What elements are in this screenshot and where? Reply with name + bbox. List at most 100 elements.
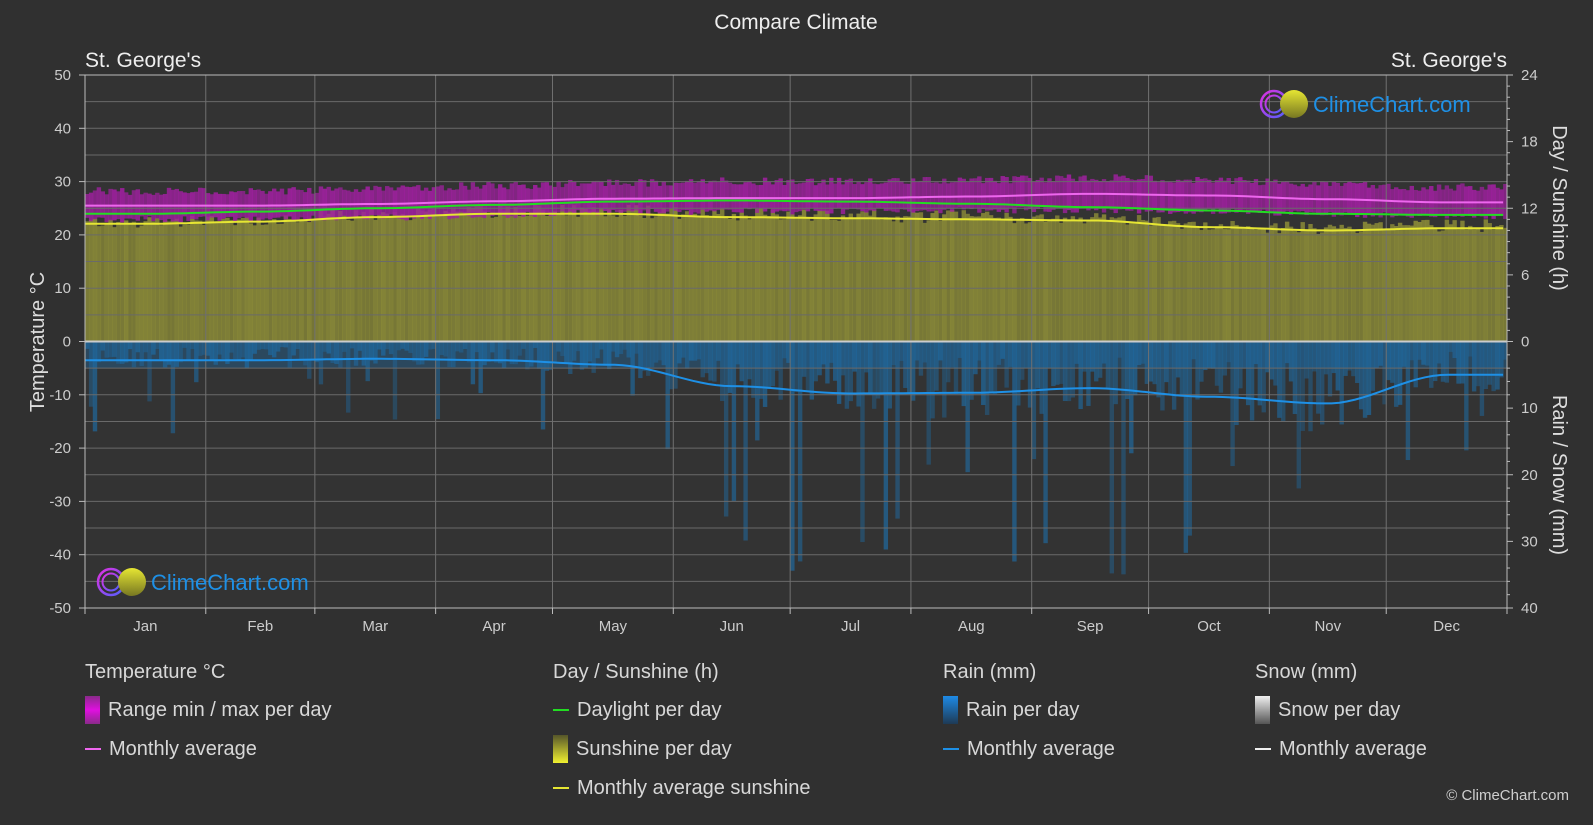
sunshine-bar (1487, 223, 1492, 342)
temperature-range-bar (899, 180, 904, 210)
temperature-range-bar (1086, 180, 1091, 211)
temperature-range-bar (416, 185, 421, 217)
sunshine-bar (494, 216, 499, 342)
temperature-range-bar (283, 194, 289, 220)
sunshine-bar (1136, 215, 1142, 342)
sunshine-bar (1468, 225, 1473, 342)
sunshine-bar (1234, 225, 1239, 342)
sunshine-bar (642, 218, 647, 342)
sunshine-bar (981, 213, 986, 342)
sunshine-bar (1374, 223, 1379, 342)
sunshine-bar (248, 223, 254, 342)
sunshine-bar (170, 220, 176, 342)
temperature-range-bar (868, 178, 873, 211)
temperature-range-bar (988, 177, 994, 211)
left-tick-label: 30 (54, 174, 71, 191)
sunshine-bar (1097, 217, 1103, 342)
temperature-range-bar (540, 182, 546, 216)
temperature-range-bar (272, 188, 277, 218)
temperature-range-bar (497, 184, 503, 214)
sunshine-bar (299, 219, 304, 342)
sunshine-bar (162, 220, 168, 342)
temperature-range-bar (1339, 185, 1344, 216)
legend-label: Monthly average (109, 738, 257, 760)
temperature-range-bar (365, 186, 370, 220)
sunshine-bar (716, 213, 721, 342)
sunshine-bar (1195, 227, 1200, 342)
sunshine-bar (871, 209, 877, 342)
sunshine-bar (236, 219, 242, 342)
x-tick-label: Mar (362, 618, 388, 635)
left-tick-label: 20 (54, 227, 71, 244)
sunshine-bar (575, 216, 581, 342)
legend-temperature: Temperature °C Range min / max per day M… (85, 660, 331, 776)
sunshine-bar (416, 208, 421, 342)
sunshine-bar (1140, 219, 1146, 342)
right-axis-label-top: Day / Sunshine (h) (1548, 125, 1570, 291)
x-tick-label: Sep (1077, 618, 1104, 635)
temperature-range-bar (1148, 175, 1153, 212)
sunshine-bar (1035, 215, 1040, 342)
sunshine-bar (1425, 219, 1430, 342)
temperature-range-bar (743, 182, 748, 209)
sunshine-bar (1386, 229, 1391, 342)
sunshine-bar (217, 222, 222, 342)
temperature-range-bar (614, 179, 620, 213)
sunshine-bar (147, 217, 152, 342)
sunshine-bar (856, 213, 861, 342)
temperature-range-bar (887, 179, 892, 211)
sunshine-bar (420, 210, 425, 342)
sunshine-bar (505, 206, 511, 342)
sunshine-bar (1008, 216, 1013, 342)
sunshine-bar (735, 220, 741, 342)
legend-item: Range min / max per day (85, 696, 331, 737)
sunshine-bar (1304, 230, 1309, 342)
temperature-range-bar (801, 182, 807, 210)
sunshine-bar (1483, 219, 1489, 342)
sunshine-bar (264, 224, 269, 342)
sunshine-bar (451, 209, 456, 342)
sunshine-bar (1016, 220, 1021, 342)
sunshine-bar (1366, 223, 1372, 342)
sunshine-bar (751, 217, 756, 342)
legend-title: Rain (mm) (943, 661, 1037, 683)
sunshine-bar (1242, 228, 1247, 342)
temperature-range-bar (338, 187, 343, 219)
sunshine-bar (330, 209, 335, 342)
legend-item: Rain per day (943, 696, 1115, 737)
sunshine-bar (560, 204, 565, 342)
temperature-range-bar (774, 180, 779, 212)
sunshine-bar (1440, 230, 1446, 342)
sunshine-bar (1452, 220, 1457, 342)
temperature-range-bar (1436, 184, 1442, 215)
temperature-range-bar (883, 182, 889, 211)
temperature-range-bar (879, 183, 885, 209)
temperature-range-bar (233, 192, 238, 223)
temperature-range-bar (984, 177, 990, 211)
sunshine-bar (1292, 231, 1298, 342)
temperature-range-bar (1238, 177, 1243, 211)
temperature-range-bar (891, 178, 896, 212)
temperature-range-bar (1140, 179, 1146, 208)
right-tick-label: 30 (1521, 533, 1538, 550)
sunshine-bar (1148, 225, 1153, 342)
temperature-range-bar (942, 178, 947, 210)
sunshine-bar (852, 218, 857, 342)
sunshine-bar (1401, 225, 1407, 342)
temperature-range-bar (1487, 184, 1492, 215)
sunshine-bar (478, 206, 483, 342)
temperature-range-bar (1214, 180, 1220, 209)
sunshine-bar (435, 215, 441, 342)
sunshine-bar (108, 219, 113, 342)
temperature-range-bar (766, 182, 772, 209)
sunshine-bar (1413, 220, 1418, 342)
temperature-range-bar (996, 183, 1002, 212)
temperature-range-bar (205, 193, 211, 221)
sunshine-bar (778, 219, 783, 342)
sunshine-bar (104, 223, 109, 342)
sunshine-bar (914, 212, 920, 342)
sunshine-bar (194, 220, 199, 342)
sunshine-bar (182, 224, 187, 342)
sunshine-bar (1448, 224, 1453, 342)
sunshine-bar (1456, 229, 1461, 342)
